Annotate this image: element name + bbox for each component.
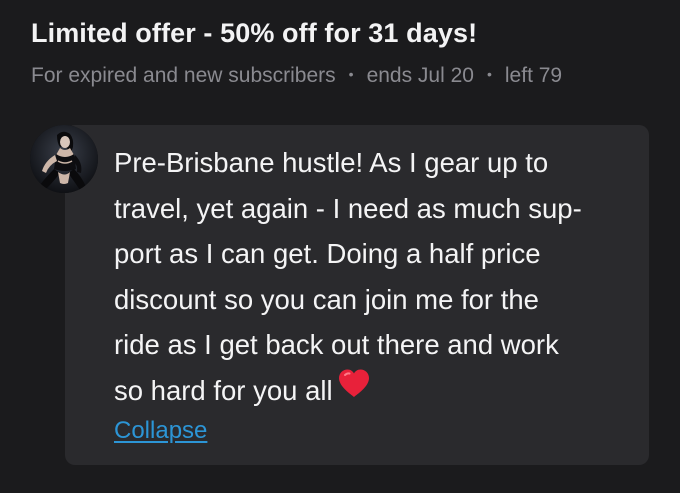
message-line: so hard for you all xyxy=(114,374,333,406)
message-last-line: so hard for you all xyxy=(114,368,614,415)
message-line: travel, yet again - I need as much sup- xyxy=(114,192,582,224)
avatar-image xyxy=(30,125,98,193)
offer-title: Limited offer - 50% off for 31 days! xyxy=(31,18,478,48)
message-line: port as I can get. Doing a half price xyxy=(114,238,541,269)
message-line: discount so you can join me for the xyxy=(114,283,539,315)
offer-remaining-count: left 79 xyxy=(504,64,563,87)
message-text: Pre-Brisbane hustle! As I gear up to tra… xyxy=(114,140,614,415)
meta-separator: • xyxy=(348,66,354,82)
collapse-link[interactable]: Collapse xyxy=(114,417,207,445)
offer-audience: For expired and new subscribers xyxy=(31,64,336,87)
offer-end-date: ends Jul 20 xyxy=(366,64,474,87)
meta-separator: • xyxy=(486,66,492,82)
message-line: ride as I get back out there and work xyxy=(114,329,559,360)
message-line: Pre-Brisbane hustle! As I gear up to xyxy=(114,147,549,178)
avatar[interactable] xyxy=(30,125,98,193)
heart-icon xyxy=(337,366,371,412)
offer-meta: For expired and new subscribers • ends J… xyxy=(31,64,562,88)
